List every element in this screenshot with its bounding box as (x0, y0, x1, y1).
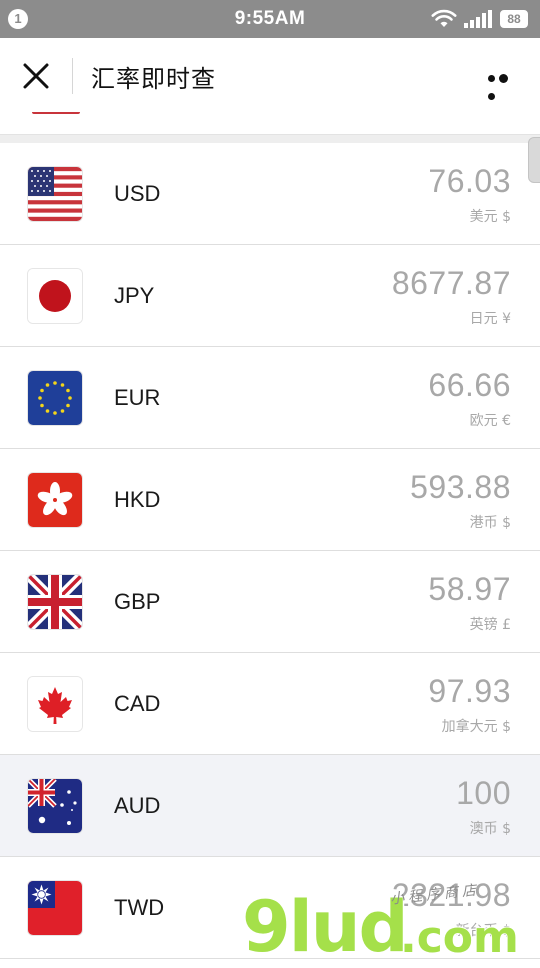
page-title: 汇率即时查 (91, 65, 216, 93)
nav-divider (72, 58, 73, 94)
currency-unit: 日元 ¥ (469, 311, 511, 327)
currency-code: CAD (114, 691, 161, 716)
scrollbar-thumb[interactable] (528, 137, 540, 183)
close-icon[interactable] (22, 62, 50, 90)
currency-row-cad[interactable]: CAD 97.93 加拿大元 $ (0, 653, 540, 755)
nav-bar: 汇率即时查 (0, 38, 540, 112)
currency-amount[interactable]: 58.97 (428, 571, 511, 608)
status-time: 9:55AM (234, 8, 306, 29)
currency-unit: 英镑 £ (469, 617, 511, 633)
currency-row-eur[interactable]: EUR 66.66 欧元 € (0, 347, 540, 449)
section-gap (0, 135, 540, 143)
currency-code: JPY (114, 283, 155, 308)
gb-flag-icon (28, 575, 82, 629)
tw-flag-icon (28, 881, 82, 935)
currency-amount[interactable]: 97.93 (428, 673, 511, 710)
currency-code: TWD (114, 895, 165, 920)
battery-level: 88 (507, 12, 521, 26)
currency-unit: 美元 $ (469, 209, 511, 225)
currency-amount[interactable]: 100 (456, 775, 511, 812)
status-bar: 1 9:55AM 88 (0, 0, 540, 38)
currency-list: USD 76.03 美元 $ JPY 8677.87 日元 ¥ EUR 66.6… (0, 143, 540, 959)
ca-flag-icon (28, 677, 82, 731)
currency-row-gbp[interactable]: GBP 58.97 英镑 £ (0, 551, 540, 653)
us-flag-icon (28, 167, 82, 221)
battery-icon: 88 (500, 10, 528, 28)
partial-flag-icon (32, 112, 80, 114)
currency-amount[interactable]: 66.66 (428, 367, 511, 404)
currency-amount[interactable]: 593.88 (410, 469, 511, 506)
hk-flag-icon (28, 473, 82, 527)
partial-list-item (0, 112, 540, 135)
jp-flag-icon (28, 269, 82, 323)
currency-row-usd[interactable]: USD 76.03 美元 $ (0, 143, 540, 245)
more-options-icon[interactable] (488, 70, 520, 101)
wifi-icon (431, 9, 457, 27)
signal-icon (464, 10, 492, 28)
eu-flag-icon (28, 371, 82, 425)
currency-amount[interactable]: 2321.98 (392, 877, 511, 914)
currency-unit: 港币 $ (469, 515, 511, 531)
currency-row-twd[interactable]: TWD 2321.98 新台币 $ (0, 857, 540, 959)
currency-code: EUR (114, 385, 161, 410)
currency-row-jpy[interactable]: JPY 8677.87 日元 ¥ (0, 245, 540, 347)
currency-code: HKD (114, 487, 161, 512)
currency-amount[interactable]: 8677.87 (392, 265, 511, 302)
au-flag-icon (28, 779, 82, 833)
currency-unit: 澳币 $ (469, 821, 511, 837)
currency-unit: 新台币 $ (455, 923, 511, 939)
currency-code: AUD (114, 793, 161, 818)
currency-amount[interactable]: 76.03 (428, 163, 511, 200)
currency-unit: 加拿大元 $ (441, 719, 511, 735)
currency-unit: 欧元 € (469, 413, 511, 429)
currency-code: USD (114, 181, 161, 206)
currency-row-aud[interactable]: AUD 100 澳币 $ (0, 755, 540, 857)
currency-code: GBP (114, 589, 161, 614)
currency-row-hkd[interactable]: HKD 593.88 港币 $ (0, 449, 540, 551)
